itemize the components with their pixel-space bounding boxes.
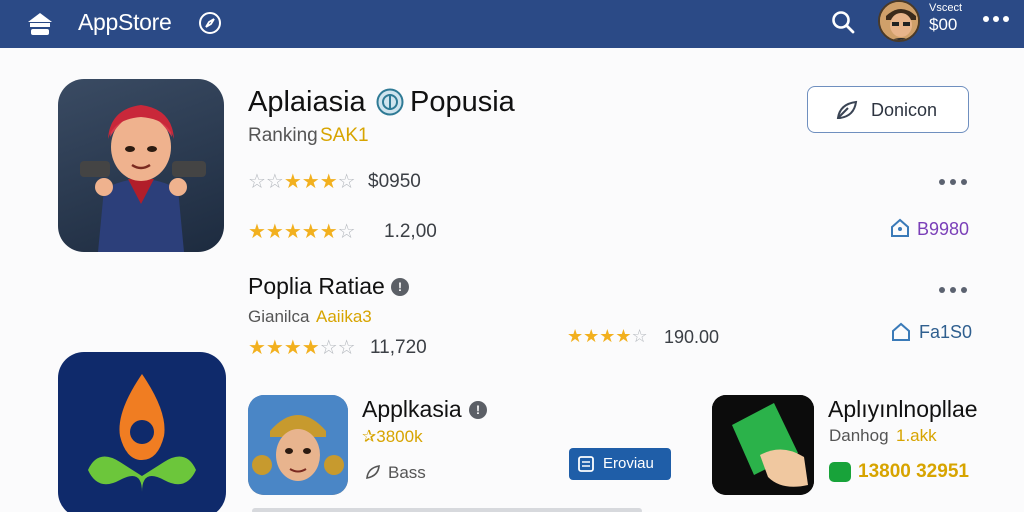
popular-app-icon[interactable] (58, 352, 226, 512)
download-button-label: Donicon (871, 100, 938, 120)
more-dots-icon[interactable] (982, 14, 1010, 24)
featured-rating-row2-stars: ★★★★★☆ (248, 221, 356, 243)
warrior-character-icon (248, 395, 348, 495)
featured-app-title-part1[interactable]: Aplaiasia (248, 86, 366, 119)
user-name: Vscect (929, 2, 963, 14)
compass-icon[interactable] (198, 11, 222, 35)
app3-title[interactable]: Applkasia (362, 396, 462, 423)
app4-price-badge-icon (829, 462, 851, 482)
featured-tag-value: B9980 (917, 219, 970, 239)
preview-doc-icon (578, 456, 594, 472)
verified-badge-icon (376, 88, 404, 116)
app4-sub-value: 1.akk (896, 426, 937, 445)
section-rating-value: 11,720 (370, 337, 427, 358)
app3-info-icon[interactable]: ! (469, 401, 487, 419)
section-sub-value: Aaiika3 (316, 307, 372, 326)
user-balance: $00 (929, 15, 958, 34)
top-navigation-bar: AppStore Vscect $00 (0, 0, 1024, 48)
app4-icon[interactable] (712, 395, 814, 495)
featured-row1-value: $0950 (368, 171, 421, 192)
info-icon[interactable]: ! (391, 278, 409, 296)
flame-logo-icon (88, 374, 196, 492)
green-card-hand-icon (712, 395, 814, 495)
download-leaf-icon (836, 100, 858, 119)
app3-meta-icon (366, 465, 380, 479)
featured-rating-row1-stars: ☆☆★★★☆ (248, 171, 356, 193)
mid-rating-value: 190.00 (664, 327, 720, 347)
avatar-portrait-icon (880, 2, 918, 40)
app3-icon[interactable] (248, 395, 348, 495)
app-title: AppStore (78, 9, 172, 35)
section-rating-stars: ★★★★☆☆ (248, 337, 356, 359)
preview-button[interactable]: Eroviau (569, 448, 671, 480)
section-tag-icon (892, 322, 910, 341)
agent-character-icon (80, 105, 206, 252)
ranking-label: Ranking (248, 125, 318, 146)
featured-more-icon[interactable] (938, 178, 968, 186)
scroll-indicator[interactable] (252, 508, 642, 512)
user-avatar[interactable] (878, 0, 920, 42)
price-tag-icon (891, 218, 909, 237)
featured-app-title-part2[interactable]: Popusia (410, 86, 515, 119)
app3-price: ✰3800k (362, 427, 423, 446)
app4-title[interactable]: Aplıyınlnopllae (828, 396, 978, 423)
section-tag-value: Fa1S0 (919, 322, 973, 342)
app4-price: 13800 32951 (858, 461, 969, 482)
section-title: Poplia Ratiae (248, 273, 385, 299)
ranking-value: SAK1 (320, 125, 369, 146)
app3-meta: Bass (388, 463, 426, 482)
featured-app-icon[interactable] (58, 79, 224, 252)
section-more-icon[interactable] (938, 286, 968, 294)
app4-sub-label: Danhog (829, 426, 889, 445)
mid-rating-stars: ★★★★☆ (567, 326, 648, 346)
download-button[interactable]: Donicon (807, 86, 969, 133)
store-home-icon[interactable] (24, 8, 56, 40)
preview-button-label: Eroviau (603, 455, 654, 472)
featured-row2-value: 1.2,00 (384, 221, 437, 242)
search-icon[interactable] (830, 9, 856, 35)
section-sub-label: Gianilca (248, 307, 310, 326)
